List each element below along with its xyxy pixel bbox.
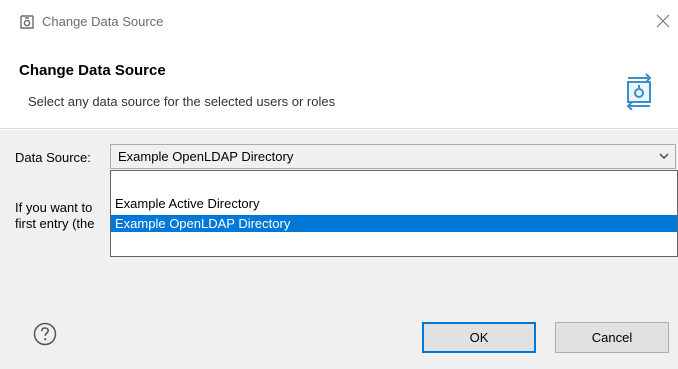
description-line: If you want to [15,200,93,215]
dropdown-option-active-directory[interactable]: Example Active Directory [111,195,677,212]
data-source-icon [20,15,34,29]
close-icon[interactable] [654,12,672,30]
change-data-source-icon [626,73,652,110]
data-source-value: Example OpenLDAP Directory [118,149,294,164]
dropdown-option-openldap-directory[interactable]: Example OpenLDAP Directory [111,215,677,232]
ok-button[interactable]: OK [422,322,536,353]
data-source-dropdown-list[interactable]: Example Active Directory Example OpenLDA… [110,170,678,257]
description-line: first entry (the [15,216,95,231]
chevron-down-icon[interactable] [657,149,671,163]
window-title: Change Data Source [42,14,164,29]
data-source-label: Data Source: [15,150,91,165]
header-subtitle: Select any data source for the selected … [28,94,336,109]
data-source-combo[interactable]: Example OpenLDAP Directory [110,144,676,169]
header-title: Change Data Source [19,62,166,79]
title-bar: Change Data Source [0,0,678,44]
description-text: If you want to first entry (the [15,200,94,232]
cancel-button[interactable]: Cancel [555,322,669,353]
help-icon[interactable] [33,322,57,346]
dialog-header: Change Data Source Select any data sourc… [0,44,678,129]
